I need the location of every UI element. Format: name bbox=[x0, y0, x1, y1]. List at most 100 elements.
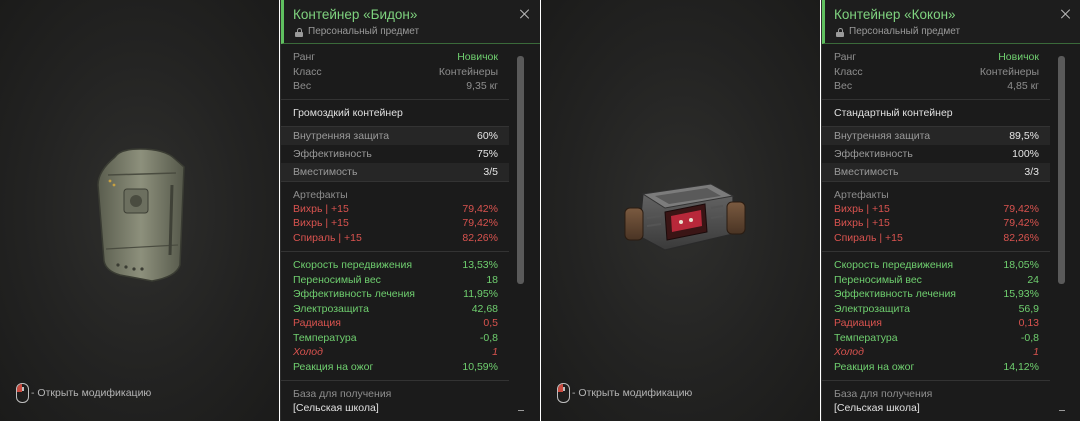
artifact-row[interactable]: Вихрь | +15 79,42% bbox=[281, 216, 509, 231]
artifact-row[interactable]: Вихрь | +15 79,42% bbox=[822, 202, 1050, 217]
effect-value: 0,5 bbox=[483, 317, 498, 329]
effect-value: 18 bbox=[486, 273, 498, 286]
effect-label: Переносимый вес bbox=[834, 273, 922, 286]
artifact-label: Вихрь | +15 bbox=[293, 202, 349, 215]
effect-value: 24 bbox=[1027, 273, 1039, 286]
artifact-label: Спираль | +15 bbox=[293, 231, 362, 244]
personal-item-label: Персональный предмет bbox=[849, 26, 961, 37]
close-icon[interactable] bbox=[519, 9, 529, 19]
source-value: [Сельская школа] bbox=[834, 402, 920, 414]
artifact-value: 79,42% bbox=[462, 202, 498, 215]
tooltip-content[interactable]: Ранг Новичок Класс Контейнеры Вес 4,85 кг С… bbox=[822, 45, 1050, 421]
effect-value: 15,93% bbox=[1003, 288, 1039, 300]
effect-label: Температура bbox=[834, 331, 898, 344]
rank-value: Новичок bbox=[457, 51, 498, 63]
effect-row: Эффективность лечения 11,95% bbox=[281, 287, 509, 302]
stats-section: Внутренняя защита 89,5% Эффективность 100%… bbox=[822, 126, 1050, 182]
effect-row: Переносимый вес 18 bbox=[281, 273, 509, 288]
lock-icon bbox=[836, 28, 844, 37]
stat-label: Вместимость bbox=[293, 165, 358, 178]
artifact-row[interactable]: Вихрь | +15 79,42% bbox=[281, 202, 509, 217]
source-section: База для получения [Сельская школа] bbox=[281, 381, 509, 415]
effect-value: 42,68 bbox=[471, 302, 498, 315]
tooltip-content[interactable]: Ранг Новичок Класс Контейнеры Вес 9,35 кг Г… bbox=[281, 45, 509, 421]
stat-row: Эффективность 100% bbox=[822, 145, 1050, 163]
scroll-down-icon[interactable] bbox=[518, 410, 524, 412]
weight-value: 4,85 кг bbox=[1007, 80, 1039, 92]
weight-row: Вес 9,35 кг bbox=[281, 79, 509, 94]
open-modification-hint[interactable]: - Открыть модификацию bbox=[557, 383, 692, 403]
item-viewer[interactable]: - Открыть модификацию bbox=[0, 0, 279, 421]
rank-label: Ранг bbox=[293, 51, 316, 63]
scrollbar-thumb[interactable] bbox=[1058, 56, 1065, 284]
scrollbar[interactable] bbox=[517, 56, 524, 406]
stat-row: Вместимость 3/3 bbox=[822, 162, 1050, 181]
effect-row: Электрозащита 42,68 bbox=[281, 302, 509, 317]
class-value: Контейнеры bbox=[438, 65, 498, 78]
stat-row: Внутренняя защита 89,5% bbox=[822, 126, 1050, 145]
artifact-value: 79,42% bbox=[1003, 202, 1039, 215]
effect-label: Эффективность лечения bbox=[293, 288, 415, 300]
effect-row: Холод 1 bbox=[822, 345, 1050, 360]
effect-label: Переносимый вес bbox=[293, 273, 381, 286]
effect-label: Реакция на ожог bbox=[834, 360, 915, 373]
open-modification-label: - Открыть модификацию bbox=[572, 387, 693, 399]
container-bidon-image bbox=[97, 148, 185, 282]
effect-label: Эффективность лечения bbox=[834, 288, 956, 300]
close-icon[interactable] bbox=[1060, 9, 1070, 19]
container-type: Стандартный контейнер bbox=[822, 100, 1050, 127]
effect-label: Электрозащита bbox=[293, 302, 369, 315]
stat-row: Внутренняя защита 60% bbox=[281, 126, 509, 145]
effect-label: Реакция на ожог bbox=[293, 360, 374, 373]
artifacts-heading: Артефакты bbox=[834, 188, 889, 201]
effect-row: Скорость передвижения 18,05% bbox=[822, 258, 1050, 273]
class-row: Класс Контейнеры bbox=[281, 65, 509, 80]
effect-value: 14,12% bbox=[1003, 360, 1039, 373]
item-viewer[interactable]: - Открыть модификацию bbox=[541, 0, 820, 421]
stat-value: 3/3 bbox=[1024, 165, 1039, 178]
stat-row: Эффективность 75% bbox=[281, 145, 509, 163]
effect-label: Скорость передвижения bbox=[293, 259, 413, 271]
class-value: Контейнеры bbox=[979, 65, 1039, 78]
item-card-bidon: - Открыть модификацию Контейнер «Бидон» … bbox=[0, 0, 540, 421]
item-title: Контейнер «Бидон» bbox=[293, 7, 418, 22]
effect-value: 10,59% bbox=[462, 360, 498, 373]
artifact-value: 82,26% bbox=[462, 231, 498, 244]
source-value: [Сельская школа] bbox=[293, 402, 379, 414]
effect-value: 1 bbox=[492, 346, 498, 358]
artifact-row[interactable]: Вихрь | +15 79,42% bbox=[822, 216, 1050, 231]
effect-row: Реакция на ожог 14,12% bbox=[822, 360, 1050, 375]
open-modification-label: - Открыть модификацию bbox=[31, 387, 152, 399]
effect-row: Переносимый вес 24 bbox=[822, 273, 1050, 288]
artifact-label: Спираль | +15 bbox=[834, 231, 903, 244]
effect-label: Температура bbox=[293, 331, 357, 344]
effect-label: Холод bbox=[293, 346, 323, 358]
effect-row: Электрозащита 56,9 bbox=[822, 302, 1050, 317]
open-modification-hint[interactable]: - Открыть модификацию bbox=[16, 383, 151, 403]
weight-label: Вес bbox=[293, 80, 312, 92]
effect-label: Радиация bbox=[293, 317, 341, 329]
scrollbar[interactable] bbox=[1058, 56, 1065, 406]
container-type: Громоздкий контейнер bbox=[281, 100, 509, 127]
artifact-value: 82,26% bbox=[1003, 231, 1039, 244]
rank-row: Ранг Новичок bbox=[281, 50, 509, 65]
tooltip-header: Контейнер «Бидон» Персональный предмет bbox=[281, 0, 540, 44]
weight-value: 9,35 кг bbox=[466, 80, 498, 92]
stat-label: Эффективность bbox=[834, 147, 913, 160]
item-subtitle: Персональный предмет bbox=[295, 26, 419, 37]
source-heading: База для получения bbox=[834, 388, 933, 400]
stats-section: Внутренняя защита 60% Эффективность 75% Вм… bbox=[281, 126, 509, 182]
stat-value: 60% bbox=[476, 129, 498, 142]
artifact-row[interactable]: Спираль | +15 82,26% bbox=[822, 231, 1050, 246]
scroll-down-icon[interactable] bbox=[1059, 410, 1065, 412]
artifacts-section: Артефакты Вихрь | +15 79,42% Вихрь | +15 7… bbox=[281, 182, 509, 252]
stat-value: 3/5 bbox=[483, 165, 498, 178]
stat-row: Вместимость 3/5 bbox=[281, 162, 509, 181]
artifact-row[interactable]: Спираль | +15 82,26% bbox=[281, 231, 509, 246]
tooltip-header: Контейнер «Кокон» Персональный предмет bbox=[822, 0, 1080, 44]
stat-value: 75% bbox=[476, 147, 498, 160]
effect-value: 0,13 bbox=[1018, 317, 1039, 329]
scrollbar-thumb[interactable] bbox=[517, 56, 524, 284]
rank-label: Ранг bbox=[834, 51, 857, 63]
item-tooltip-panel: Контейнер «Бидон» Персональный предмет Р… bbox=[280, 0, 540, 421]
